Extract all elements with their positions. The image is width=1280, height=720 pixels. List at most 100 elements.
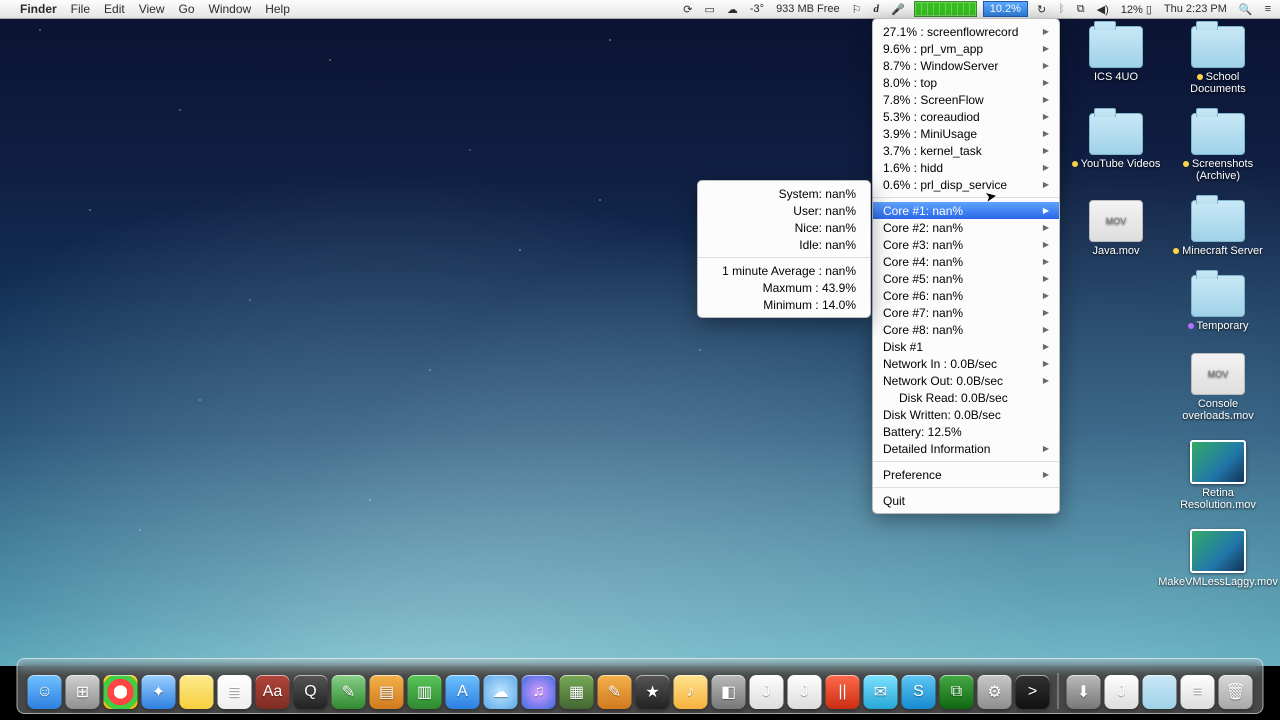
proc-row[interactable]: 8.7% : WindowServer bbox=[873, 57, 1059, 74]
dock-app-j2[interactable]: J bbox=[788, 675, 822, 709]
core-row-selected[interactable]: Core #1: nan% bbox=[873, 202, 1059, 219]
desktop-item[interactable]: MakeVMLessLaggy.mov bbox=[1172, 529, 1264, 589]
menubar-clock[interactable]: Thu 2:23 PM bbox=[1161, 3, 1230, 15]
desktop[interactable]: Finder File Edit View Go Window Help ⟳ ▭… bbox=[0, 0, 1280, 720]
proc-row[interactable]: 27.1% : screenflowrecord bbox=[873, 23, 1059, 40]
dock-safari[interactable]: ✦ bbox=[142, 675, 176, 709]
desktop-icons: ICS 4UOSchool DocumentsYouTube VideosScr… bbox=[1070, 26, 1270, 589]
dock-icloud[interactable]: ☁ bbox=[484, 675, 518, 709]
app-name[interactable]: Finder bbox=[20, 2, 57, 16]
dock-doc[interactable]: ≡ bbox=[1181, 675, 1215, 709]
dock-activity[interactable]: ⧉ bbox=[940, 675, 974, 709]
desktop-item-label: Retina Resolution.mov bbox=[1180, 487, 1256, 511]
menu-help[interactable]: Help bbox=[265, 2, 290, 16]
dock-pages[interactable]: ✎ bbox=[598, 675, 632, 709]
menubar-display-icon[interactable]: ▭ bbox=[701, 3, 717, 16]
dock-keynote[interactable]: ▤ bbox=[370, 675, 404, 709]
proc-row[interactable]: 3.7% : kernel_task bbox=[873, 142, 1059, 159]
dock-dictionary[interactable]: Aa bbox=[256, 675, 290, 709]
core-row[interactable]: Core #3: nan% bbox=[873, 236, 1059, 253]
dock-messages[interactable]: ✉ bbox=[864, 675, 898, 709]
disk-row[interactable]: Disk #1 bbox=[873, 338, 1059, 355]
dock-quicktime[interactable]: Q bbox=[294, 675, 328, 709]
spotlight-icon[interactable]: 🔍 bbox=[1236, 3, 1256, 16]
core-row[interactable]: Core #7: nan% bbox=[873, 304, 1059, 321]
menubar-bluetooth-icon[interactable]: ᛒ bbox=[1055, 3, 1068, 15]
core-row[interactable]: Core #5: nan% bbox=[873, 270, 1059, 287]
menubar-sync-icon[interactable]: ↻ bbox=[1034, 3, 1049, 16]
desktop-item[interactable]: MOVConsole overloads.mov bbox=[1172, 353, 1264, 422]
menubar-extra-icon[interactable]: ⟳ bbox=[680, 3, 695, 16]
menubar-cpu-bars[interactable] bbox=[914, 1, 977, 17]
dock-launchpad[interactable]: ⊞ bbox=[66, 675, 100, 709]
menubar-battery[interactable]: 12% ▯ bbox=[1118, 3, 1155, 16]
desktop-item[interactable]: MOVJava.mov bbox=[1070, 200, 1162, 257]
proc-row[interactable]: 1.6% : hidd bbox=[873, 159, 1059, 176]
net-out-row[interactable]: Network Out: 0.0B/sec bbox=[873, 372, 1059, 389]
proc-row[interactable]: 0.6% : prl_disp_service bbox=[873, 176, 1059, 193]
miniusage-menu: 27.1% : screenflowrecord 9.6% : prl_vm_a… bbox=[872, 18, 1060, 514]
menu-edit[interactable]: Edit bbox=[104, 2, 125, 16]
menubar-flag-icon[interactable]: ⚐ bbox=[849, 3, 865, 16]
detailed-info-row[interactable]: Detailed Information bbox=[873, 440, 1059, 457]
desktop-item[interactable]: YouTube Videos bbox=[1070, 113, 1162, 182]
menubar: Finder File Edit View Go Window Help ⟳ ▭… bbox=[0, 0, 1280, 19]
menubar-d-icon[interactable]: d bbox=[871, 3, 883, 15]
desktop-item[interactable]: Minecraft Server bbox=[1172, 200, 1264, 257]
desktop-item[interactable]: School Documents bbox=[1172, 26, 1264, 95]
dock-imovie[interactable]: ★ bbox=[636, 675, 670, 709]
preference-row[interactable]: Preference bbox=[873, 466, 1059, 483]
menubar-temp[interactable]: -3° bbox=[747, 3, 767, 15]
dock-terminal[interactable]: > bbox=[1016, 675, 1050, 709]
mov-icon: MOV bbox=[1089, 200, 1143, 242]
dock-sysprefs[interactable]: ⚙ bbox=[978, 675, 1012, 709]
quit-row[interactable]: Quit bbox=[873, 492, 1059, 509]
net-in-row[interactable]: Network In : 0.0B/sec bbox=[873, 355, 1059, 372]
menubar-cpu-percent[interactable]: 10.2% bbox=[983, 1, 1028, 17]
core-row[interactable]: Core #2: nan% bbox=[873, 219, 1059, 236]
menu-window[interactable]: Window bbox=[209, 2, 252, 16]
dock-finder[interactable]: ☺ bbox=[28, 675, 62, 709]
dock-app-a[interactable]: ♪ bbox=[674, 675, 708, 709]
desktop-item[interactable]: ICS 4UO bbox=[1070, 26, 1162, 95]
menubar-memory[interactable]: 933 MB Free bbox=[773, 3, 843, 15]
dock-folder[interactable] bbox=[1143, 675, 1177, 709]
core-row[interactable]: Core #8: nan% bbox=[873, 321, 1059, 338]
dock-appstore[interactable]: A bbox=[446, 675, 480, 709]
menu-file[interactable]: File bbox=[71, 2, 90, 16]
dock-app-b[interactable]: ◧ bbox=[712, 675, 746, 709]
menubar-wifi-icon[interactable]: ⧉ bbox=[1074, 3, 1088, 16]
dock-parallels[interactable]: || bbox=[826, 675, 860, 709]
core-row[interactable]: Core #6: nan% bbox=[873, 287, 1059, 304]
dock-itunes[interactable]: ♫ bbox=[522, 675, 556, 709]
dock-app-j3[interactable]: J bbox=[1105, 675, 1139, 709]
menu-view[interactable]: View bbox=[139, 2, 165, 16]
dock-minecraft[interactable]: ▦ bbox=[560, 675, 594, 709]
dock-chrome[interactable] bbox=[104, 675, 138, 709]
desktop-item[interactable]: Temporary bbox=[1172, 275, 1264, 335]
dock-stickies[interactable] bbox=[180, 675, 214, 709]
dock-downloads[interactable]: ⬇ bbox=[1067, 675, 1101, 709]
proc-row[interactable]: 7.8% : ScreenFlow bbox=[873, 91, 1059, 108]
dock-numbers[interactable]: ▥ bbox=[408, 675, 442, 709]
dock-preview[interactable]: ✎ bbox=[332, 675, 366, 709]
dock-reminders[interactable]: ≣ bbox=[218, 675, 252, 709]
desktop-item[interactable]: Screenshots (Archive) bbox=[1172, 113, 1264, 182]
proc-row[interactable]: 5.3% : coreaudiod bbox=[873, 108, 1059, 125]
core-row[interactable]: Core #4: nan% bbox=[873, 253, 1059, 270]
dock-app-j1[interactable]: J bbox=[750, 675, 784, 709]
menubar-volume-icon[interactable]: ◀) bbox=[1094, 3, 1112, 16]
menu-go[interactable]: Go bbox=[179, 2, 195, 16]
sub-max: Maxmum : 43.9% bbox=[698, 279, 870, 296]
dock-trash[interactable]: 🗑 bbox=[1219, 675, 1253, 709]
notification-center-icon[interactable]: ≡ bbox=[1262, 3, 1274, 15]
dock-skype[interactable]: S bbox=[902, 675, 936, 709]
proc-row[interactable]: 9.6% : prl_vm_app bbox=[873, 40, 1059, 57]
desktop-item-label: Console overloads.mov bbox=[1182, 398, 1254, 422]
proc-row[interactable]: 8.0% : top bbox=[873, 74, 1059, 91]
tag-dot bbox=[1072, 161, 1078, 167]
proc-row[interactable]: 3.9% : MiniUsage bbox=[873, 125, 1059, 142]
menubar-weather-icon[interactable]: ☁ bbox=[724, 3, 741, 16]
menubar-mic-icon[interactable]: 🎤 bbox=[888, 3, 908, 16]
desktop-item[interactable]: Retina Resolution.mov bbox=[1172, 440, 1264, 511]
